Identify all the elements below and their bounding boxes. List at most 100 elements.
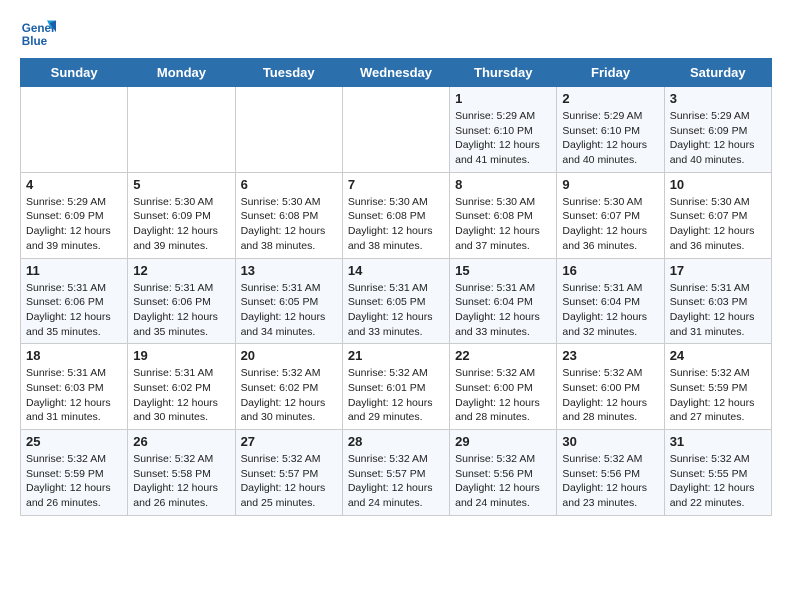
day-number: 3 [670,91,766,106]
calendar-cell: 3 Sunrise: 5:29 AM Sunset: 6:09 PM Daylig… [664,87,771,173]
calendar-week-row: 1 Sunrise: 5:29 AM Sunset: 6:10 PM Daylig… [21,87,772,173]
calendar-cell: 4Sunrise: 5:29 AM Sunset: 6:09 PM Daylig… [21,172,128,258]
header-row: SundayMondayTuesdayWednesdayThursdayFrid… [21,59,772,87]
day-info: Sunrise: 5:32 AM Sunset: 6:00 PM Dayligh… [455,366,551,425]
day-info: Sunrise: 5:32 AM Sunset: 6:00 PM Dayligh… [562,366,658,425]
page-header: General Blue [20,16,772,52]
calendar-cell: 22 Sunrise: 5:32 AM Sunset: 6:00 PM Dayli… [450,344,557,430]
calendar-cell: 10 Sunrise: 5:30 AM Sunset: 6:07 PM Dayli… [664,172,771,258]
day-number: 29 [455,434,551,449]
day-number: 15 [455,263,551,278]
day-info: Sunrise: 5:30 AM Sunset: 6:08 PM Dayligh… [455,195,551,254]
calendar-cell: 11 Sunrise: 5:31 AM Sunset: 6:06 PM Dayli… [21,258,128,344]
day-info: Sunrise: 5:30 AM Sunset: 6:09 PM Dayligh… [133,195,229,254]
day-number: 31 [670,434,766,449]
calendar-cell: 16 Sunrise: 5:31 AM Sunset: 6:04 PM Dayli… [557,258,664,344]
day-number: 22 [455,348,551,363]
day-info: Sunrise: 5:30 AM Sunset: 6:07 PM Dayligh… [562,195,658,254]
day-number: 18 [26,348,122,363]
calendar-cell: 26Sunrise: 5:32 AM Sunset: 5:58 PM Dayli… [128,430,235,516]
day-info: Sunrise: 5:32 AM Sunset: 5:58 PM Dayligh… [133,452,229,511]
day-number: 21 [348,348,444,363]
calendar-cell: 9 Sunrise: 5:30 AM Sunset: 6:07 PM Daylig… [557,172,664,258]
calendar-cell [235,87,342,173]
day-number: 20 [241,348,337,363]
day-info: Sunrise: 5:29 AM Sunset: 6:10 PM Dayligh… [562,109,658,168]
day-number: 9 [562,177,658,192]
day-number: 17 [670,263,766,278]
calendar-cell: 7 Sunrise: 5:30 AM Sunset: 6:08 PM Daylig… [342,172,449,258]
weekday-header: Monday [128,59,235,87]
calendar-week-row: 4Sunrise: 5:29 AM Sunset: 6:09 PM Daylig… [21,172,772,258]
day-info: Sunrise: 5:31 AM Sunset: 6:06 PM Dayligh… [26,281,122,340]
calendar-cell [342,87,449,173]
weekday-header: Tuesday [235,59,342,87]
day-info: Sunrise: 5:29 AM Sunset: 6:09 PM Dayligh… [670,109,766,168]
day-info: Sunrise: 5:32 AM Sunset: 6:01 PM Dayligh… [348,366,444,425]
day-info: Sunrise: 5:30 AM Sunset: 6:08 PM Dayligh… [348,195,444,254]
day-number: 11 [26,263,122,278]
day-info: Sunrise: 5:32 AM Sunset: 5:56 PM Dayligh… [562,452,658,511]
day-number: 25 [26,434,122,449]
calendar-cell: 2 Sunrise: 5:29 AM Sunset: 6:10 PM Daylig… [557,87,664,173]
day-info: Sunrise: 5:31 AM Sunset: 6:03 PM Dayligh… [26,366,122,425]
calendar-cell [128,87,235,173]
logo: General Blue [20,16,56,52]
calendar-cell: 25 Sunrise: 5:32 AM Sunset: 5:59 PM Dayli… [21,430,128,516]
day-number: 19 [133,348,229,363]
svg-text:Blue: Blue [22,35,48,48]
day-number: 24 [670,348,766,363]
weekday-header: Wednesday [342,59,449,87]
day-number: 2 [562,91,658,106]
day-number: 23 [562,348,658,363]
day-info: Sunrise: 5:32 AM Sunset: 6:02 PM Dayligh… [241,366,337,425]
day-number: 16 [562,263,658,278]
calendar-cell: 30 Sunrise: 5:32 AM Sunset: 5:56 PM Dayli… [557,430,664,516]
calendar-cell: 12 Sunrise: 5:31 AM Sunset: 6:06 PM Dayli… [128,258,235,344]
day-number: 8 [455,177,551,192]
logo-icon: General Blue [20,16,56,52]
day-info: Sunrise: 5:31 AM Sunset: 6:05 PM Dayligh… [348,281,444,340]
calendar-cell: 31 Sunrise: 5:32 AM Sunset: 5:55 PM Dayli… [664,430,771,516]
day-info: Sunrise: 5:29 AM Sunset: 6:10 PM Dayligh… [455,109,551,168]
day-info: Sunrise: 5:30 AM Sunset: 6:07 PM Dayligh… [670,195,766,254]
day-info: Sunrise: 5:32 AM Sunset: 5:56 PM Dayligh… [455,452,551,511]
day-number: 1 [455,91,551,106]
calendar-cell: 23 Sunrise: 5:32 AM Sunset: 6:00 PM Dayli… [557,344,664,430]
weekday-header: Friday [557,59,664,87]
calendar-cell: 28 Sunrise: 5:32 AM Sunset: 5:57 PM Dayli… [342,430,449,516]
calendar-cell: 18 Sunrise: 5:31 AM Sunset: 6:03 PM Dayli… [21,344,128,430]
day-info: Sunrise: 5:32 AM Sunset: 5:59 PM Dayligh… [26,452,122,511]
day-info: Sunrise: 5:32 AM Sunset: 5:57 PM Dayligh… [348,452,444,511]
calendar-table: SundayMondayTuesdayWednesdayThursdayFrid… [20,58,772,516]
calendar-cell [21,87,128,173]
calendar-cell: 13 Sunrise: 5:31 AM Sunset: 6:05 PM Dayli… [235,258,342,344]
day-info: Sunrise: 5:31 AM Sunset: 6:06 PM Dayligh… [133,281,229,340]
day-number: 7 [348,177,444,192]
calendar-week-row: 11 Sunrise: 5:31 AM Sunset: 6:06 PM Dayli… [21,258,772,344]
day-info: Sunrise: 5:31 AM Sunset: 6:04 PM Dayligh… [562,281,658,340]
day-number: 28 [348,434,444,449]
day-number: 12 [133,263,229,278]
day-number: 27 [241,434,337,449]
calendar-cell: 1 Sunrise: 5:29 AM Sunset: 6:10 PM Daylig… [450,87,557,173]
calendar-cell: 14 Sunrise: 5:31 AM Sunset: 6:05 PM Dayli… [342,258,449,344]
day-number: 13 [241,263,337,278]
day-info: Sunrise: 5:32 AM Sunset: 5:59 PM Dayligh… [670,366,766,425]
weekday-header: Saturday [664,59,771,87]
day-info: Sunrise: 5:30 AM Sunset: 6:08 PM Dayligh… [241,195,337,254]
day-info: Sunrise: 5:31 AM Sunset: 6:04 PM Dayligh… [455,281,551,340]
day-info: Sunrise: 5:31 AM Sunset: 6:05 PM Dayligh… [241,281,337,340]
day-info: Sunrise: 5:32 AM Sunset: 5:55 PM Dayligh… [670,452,766,511]
day-number: 5 [133,177,229,192]
day-number: 10 [670,177,766,192]
day-number: 14 [348,263,444,278]
calendar-cell: 27Sunrise: 5:32 AM Sunset: 5:57 PM Dayli… [235,430,342,516]
calendar-cell: 21 Sunrise: 5:32 AM Sunset: 6:01 PM Dayli… [342,344,449,430]
calendar-cell: 8 Sunrise: 5:30 AM Sunset: 6:08 PM Daylig… [450,172,557,258]
day-info: Sunrise: 5:31 AM Sunset: 6:02 PM Dayligh… [133,366,229,425]
day-number: 30 [562,434,658,449]
calendar-week-row: 25 Sunrise: 5:32 AM Sunset: 5:59 PM Dayli… [21,430,772,516]
calendar-cell: 6Sunrise: 5:30 AM Sunset: 6:08 PM Daylig… [235,172,342,258]
weekday-header: Thursday [450,59,557,87]
